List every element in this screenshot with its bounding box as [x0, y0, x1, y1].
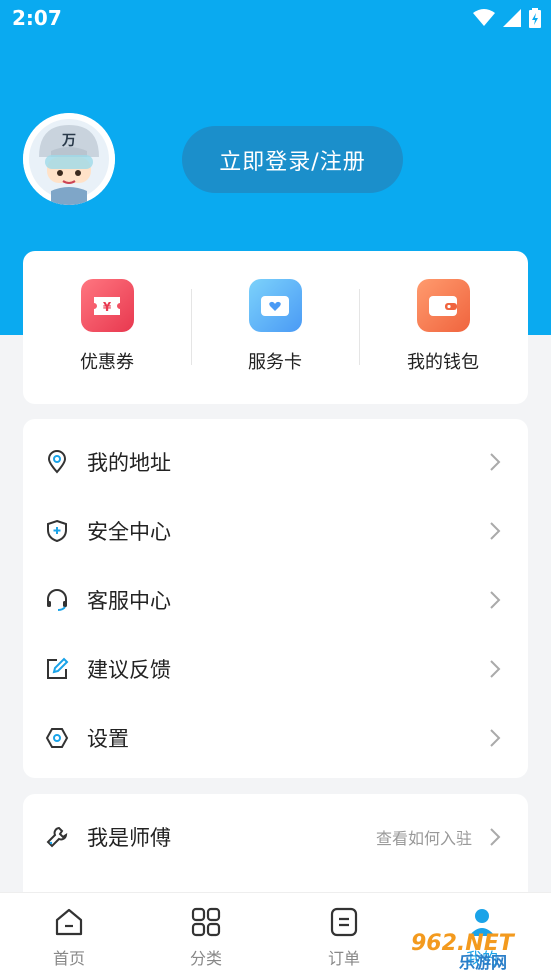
menu-item-master[interactable]: 我是师傅 查看如何入驻 [23, 802, 528, 871]
master-hint: 查看如何入驻 [375, 828, 472, 848]
wrench-icon [45, 825, 69, 849]
chevron-right-icon [490, 728, 501, 747]
chevron-right-icon [490, 659, 501, 678]
signal-icon [503, 9, 521, 27]
coupon-icon: ¥ [80, 279, 134, 332]
menu-item-label: 我是师傅 [87, 825, 171, 850]
service-card-item[interactable]: 服务卡 [191, 279, 359, 374]
menu-item-label: 客服中心 [87, 588, 171, 613]
edit-icon [45, 657, 69, 681]
wallet-icon [416, 279, 470, 332]
home-icon [52, 905, 86, 939]
shield-icon [45, 519, 69, 543]
quick-actions-card: ¥ 优惠券 服务卡 我的钱包 [23, 251, 528, 404]
menu-item-feedback[interactable]: 建议反馈 [23, 634, 528, 703]
nav-category[interactable]: 分类 [166, 905, 246, 969]
menu-item-label: 安全中心 [87, 519, 171, 544]
location-pin-icon [45, 449, 69, 474]
coupon-label: 优惠券 [80, 352, 134, 373]
settings-hexagon-icon [45, 726, 69, 750]
nav-label: 首页 [52, 949, 85, 968]
nav-orders[interactable]: 订单 [304, 905, 384, 969]
nav-label: 分类 [189, 949, 222, 968]
wallet-item[interactable]: 我的钱包 [359, 279, 527, 374]
chevron-right-icon [490, 452, 501, 471]
status-bar: 2:07 [0, 0, 551, 38]
watermark-logo: 962.NET 乐游网 [411, 931, 516, 972]
menu-card: 我的地址 安全中心 客服中心 建议反馈 设置 [23, 419, 528, 778]
order-icon [327, 905, 361, 939]
service-card-icon [248, 279, 302, 332]
menu-item-security[interactable]: 安全中心 [23, 496, 528, 565]
menu-item-label: 设置 [87, 726, 129, 751]
chevron-right-icon [490, 590, 501, 609]
wallet-label: 我的钱包 [407, 352, 479, 373]
nav-label: 订单 [327, 949, 360, 968]
chevron-right-icon [490, 521, 501, 540]
status-time: 2:07 [12, 6, 62, 30]
headset-icon [45, 588, 69, 612]
menu-item-label: 我的地址 [87, 450, 171, 475]
menu-item-address[interactable]: 我的地址 [23, 427, 528, 496]
wifi-icon [473, 9, 495, 26]
svg-text:¥: ¥ [103, 300, 112, 314]
menu-item-label: 建议反馈 [87, 657, 171, 682]
svg-text:万: 万 [61, 133, 76, 149]
watermark-text-bottom: 乐游网 [459, 953, 507, 972]
battery-icon [529, 8, 541, 28]
avatar-character-icon: 万 [23, 113, 115, 205]
status-icons [473, 8, 541, 28]
nav-home[interactable]: 首页 [29, 905, 109, 969]
menu-item-customer-service[interactable]: 客服中心 [23, 565, 528, 634]
menu-item-settings[interactable]: 设置 [23, 703, 528, 772]
avatar[interactable]: 万 [23, 113, 115, 205]
coupon-item[interactable]: ¥ 优惠券 [23, 279, 191, 374]
login-register-button[interactable]: 立即登录/注册 [182, 126, 403, 193]
chevron-right-icon [490, 827, 501, 846]
category-icon [189, 905, 223, 939]
service-card-label: 服务卡 [248, 352, 302, 373]
